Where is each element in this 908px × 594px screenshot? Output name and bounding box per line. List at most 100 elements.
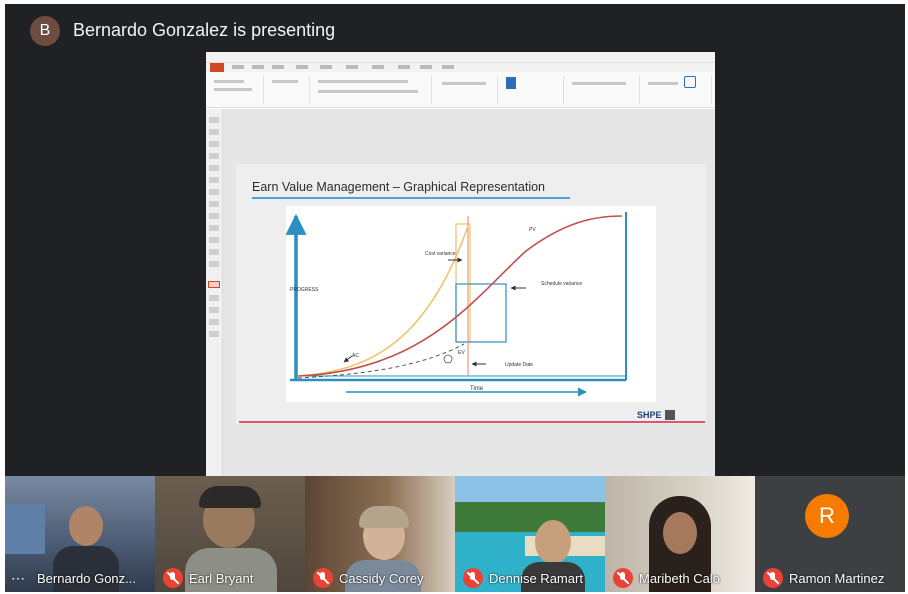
ribbon-tab [252,65,264,69]
ac-arrow [343,355,353,363]
participant-tile-maribeth[interactable]: Maribeth Calo [605,476,755,592]
ribbon-control [648,82,678,85]
participant-tile-dennise[interactable]: Dennise Ramart [455,476,605,592]
participant-avatar: R [805,494,849,538]
slide-thumbnail [209,225,219,231]
ribbon-tab [398,65,410,69]
slide-thumbnail [209,331,219,337]
ribbon-tab [442,65,454,69]
participant-name-row: Earl Bryant [155,568,253,588]
slide-thumbnail [209,319,219,325]
shpe-logo: SHPE [637,408,675,422]
update-date-label: Update Date [505,362,534,368]
ribbon-tab [320,65,332,69]
participant-strip: ⋯ Bernardo Gonz... Earl Bryant Cassidy C… [5,476,905,592]
slide-thumbnail [209,141,219,147]
powerpoint-ribbon [206,72,715,108]
participant-tile-earl[interactable]: Earl Bryant [155,476,305,592]
participant-video [199,486,261,508]
participant-name-row: Cassidy Corey [305,568,424,588]
participant-name: Bernardo Gonz... [37,570,136,586]
participant-name-row: Maribeth Calo [605,568,720,588]
participant-video [535,520,571,564]
slide-thumbnail [209,153,219,159]
ev-label: EV [458,350,465,356]
slide-thumbnail [209,129,219,135]
ribbon-tab [272,65,284,69]
ribbon-tab [420,65,432,69]
ribbon-control [318,90,418,93]
ribbon-control [318,80,408,83]
ribbon-tab [232,65,244,69]
meeting-window: B Bernardo Gonzalez is presenting Earn V… [5,4,905,592]
mic-off-icon [763,568,783,588]
ac-label: AC [352,353,359,359]
file-tab [210,63,224,72]
presenter-avatar: B [30,16,60,46]
mic-off-icon [613,568,633,588]
slide-thumbnail [209,295,219,301]
participant-name-row: Dennise Ramart [455,568,583,588]
shared-screen[interactable]: Earn Value Management – Graphical Repres… [206,52,715,477]
cost-variance-label: Cost variance [425,251,456,257]
presenting-status-text: Bernardo Gonzalez is presenting [73,20,336,40]
shpe-logo-text: SHPE [637,410,662,420]
slide-thumbnail [209,117,219,123]
evm-diagram: PROGRESS Time PV AC EV Cost variance Sch… [286,206,656,402]
ac-marker [443,354,453,364]
slide: Earn Value Management – Graphical Repres… [236,164,706,424]
slide-thumbnail [209,165,219,171]
title-underline [252,197,570,199]
slide-thumbnail [209,249,219,255]
video-background [455,502,605,536]
participant-tile-ramon[interactable]: R Ramon Martinez [755,476,905,592]
video-background [5,504,45,554]
slide-thumbnail [209,237,219,243]
schedule-variance-box [455,283,507,343]
mic-off-icon [313,568,333,588]
presenter-bar: B Bernardo Gonzalez is presenting [5,4,905,56]
participant-video [359,506,409,528]
active-slide-thumbnail [208,281,220,288]
schedule-variance-label: Schedule variance [541,281,583,287]
participant-name: Earl Bryant [189,570,254,586]
participant-name: Dennise Ramart [489,570,583,586]
slide-thumbnail-pane [206,109,223,477]
participant-name: Ramon Martinez [789,570,885,586]
participant-tile-cassidy[interactable]: Cassidy Corey [305,476,455,592]
time-label: Time [470,386,484,392]
logo-square [664,410,675,420]
shapes-icon [506,77,516,89]
ribbon-control [214,88,252,91]
mic-off-icon [163,568,183,588]
slide-thumbnail [209,189,219,195]
slide-thumbnail [209,213,219,219]
ribbon-group [434,76,498,104]
slide-thumbnail [209,177,219,183]
ribbon-control [572,82,626,85]
slide-thumbnail [209,201,219,207]
ribbon-tab [296,65,308,69]
share-icon [684,76,696,88]
progress-label: PROGRESS [290,287,319,293]
ribbon-group [642,76,712,104]
ribbon-tab [372,65,384,69]
ribbon-control [442,82,486,85]
slide-title: Earn Value Management – Graphical Repres… [252,180,545,194]
participant-tile-bernardo[interactable]: ⋯ Bernardo Gonz... [5,476,155,592]
ribbon-control [272,80,298,83]
evm-diagram-graphic [286,212,627,397]
powerpoint-titlebar [206,52,715,63]
mic-off-icon [463,568,483,588]
more-options-icon[interactable]: ⋯ [11,570,31,587]
ribbon-group [566,76,640,104]
ribbon-control [214,80,244,83]
ribbon-tab [346,65,358,69]
slide-thumbnail [209,261,219,267]
slide-thumbnail [209,307,219,313]
participant-name: Cassidy Corey [339,570,424,586]
participant-video [69,506,103,546]
participant-name: Maribeth Calo [639,570,720,586]
participant-video [663,512,697,554]
participant-name-row: ⋯ Bernardo Gonz... [5,568,136,588]
